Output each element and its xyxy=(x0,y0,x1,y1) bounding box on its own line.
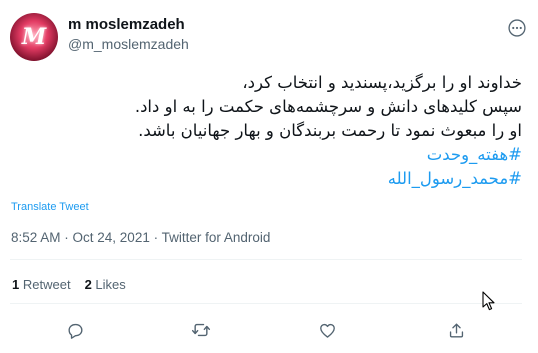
reply-icon xyxy=(67,323,83,339)
retweets-stat[interactable]: 1 Retweet xyxy=(12,277,71,292)
likes-count: 2 xyxy=(84,277,92,292)
more-icon xyxy=(508,19,526,37)
reply-button[interactable] xyxy=(63,318,87,342)
divider xyxy=(10,259,522,260)
like-button[interactable] xyxy=(315,318,339,342)
retweets-count: 1 xyxy=(12,277,20,292)
divider xyxy=(10,303,522,304)
likes-stat[interactable]: 2 Likes xyxy=(85,277,126,292)
tweet-line: خداوند او را برگزید،پسندید و انتخاب کرد، xyxy=(242,73,522,92)
tweet-line: سپس کلیدهای دانش و سرچشمه‌های حکمت را به… xyxy=(134,97,522,116)
tweet-actions-bar xyxy=(0,318,538,342)
mouse-cursor-icon xyxy=(482,291,495,311)
hashtag-link[interactable]: #محمد_رسول_الله xyxy=(7,167,522,191)
avatar[interactable]: M xyxy=(10,13,58,61)
share-button[interactable] xyxy=(444,318,468,342)
translate-tweet-link[interactable]: Translate Tweet xyxy=(11,201,89,213)
tweet-line: او را مبعوث نمود تا رحمت بربندگان و بهار… xyxy=(138,121,522,140)
like-icon xyxy=(319,323,335,338)
tweet-timestamp-source[interactable]: 8:52 AM · Oct 24, 2021 · Twitter for And… xyxy=(11,230,270,245)
user-handle[interactable]: @m_moslemzadeh xyxy=(68,36,189,52)
retweet-button[interactable] xyxy=(189,318,213,342)
share-icon xyxy=(449,322,463,338)
likes-label: Likes xyxy=(95,277,126,292)
retweet-icon xyxy=(191,323,211,337)
hashtag-link[interactable]: #هفته_وحدت xyxy=(7,143,522,167)
display-name[interactable]: m moslemzadeh xyxy=(68,16,185,33)
avatar-monogram: M xyxy=(21,24,47,50)
tweet-text: خداوند او را برگزید،پسندید و انتخاب کرد،… xyxy=(7,71,522,191)
more-options-button[interactable] xyxy=(505,16,529,40)
tweet-stats: 1 Retweet 2 Likes xyxy=(12,277,126,292)
retweets-label: Retweet xyxy=(22,277,71,292)
